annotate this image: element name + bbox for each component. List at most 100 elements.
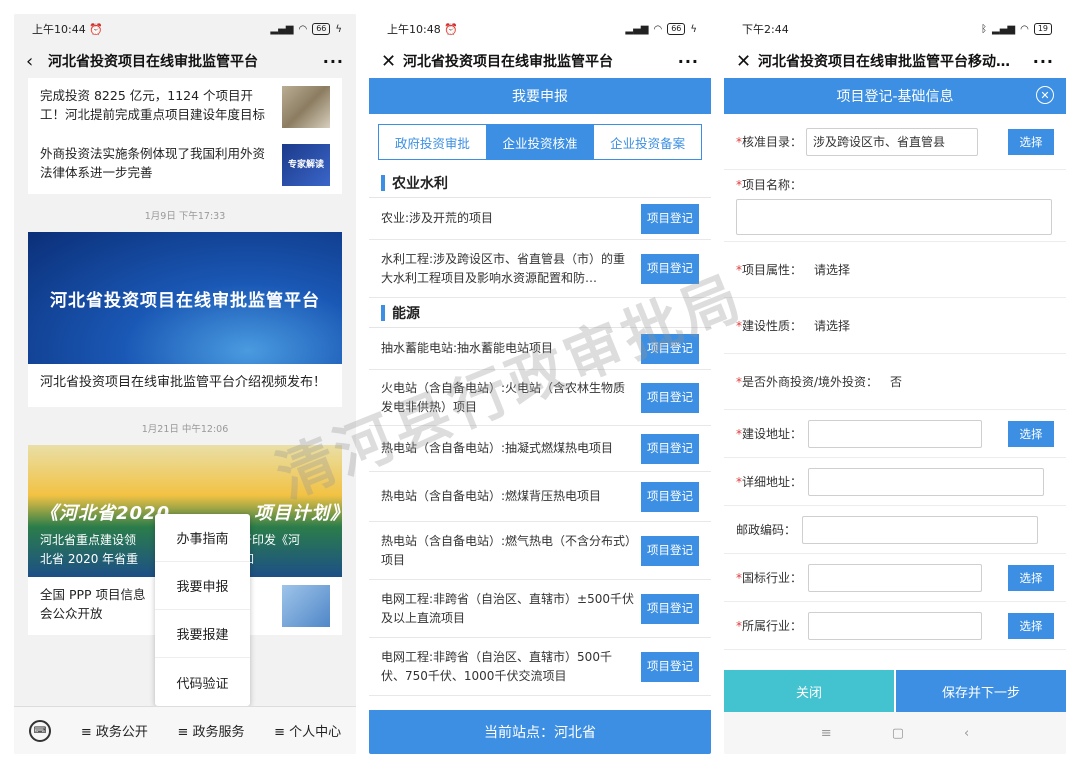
field-label: *详细地址： bbox=[736, 475, 803, 489]
select-button[interactable]: 选择 bbox=[1008, 128, 1054, 155]
popup-item-guide[interactable]: 办事指南 bbox=[155, 514, 250, 562]
tab-enterprise-approval[interactable]: 企业投资核准 bbox=[486, 125, 595, 159]
more-icon[interactable]: ··· bbox=[323, 52, 344, 71]
register-button[interactable]: 项目登记 bbox=[641, 253, 699, 284]
select-button[interactable]: 选择 bbox=[1008, 612, 1054, 639]
field-label: *建设性质： bbox=[736, 319, 803, 333]
register-button[interactable]: 项目登记 bbox=[641, 203, 699, 234]
form-header: 项目登记-基础信息 ✕ bbox=[724, 78, 1066, 114]
news-item[interactable]: 完成投资 8225 亿元，1124 个项目开工！河北提前完成重点项目建设年度目标 bbox=[28, 78, 342, 136]
register-button[interactable]: 项目登记 bbox=[641, 433, 699, 464]
foreign-investment-value[interactable]: 否 bbox=[878, 373, 902, 390]
system-nav: ≡ ▢ ‹ bbox=[724, 712, 1066, 754]
news-thumbnail: 专家解读 bbox=[282, 144, 330, 186]
signal-icon: ▂▄▆ bbox=[992, 23, 1016, 35]
banner-title-end: 项目计划》 bbox=[254, 503, 342, 524]
list-item: 热电站（含自备电站）:燃煤背压热电项目 项目登记 bbox=[369, 472, 711, 522]
date-stamp: 1月21日 中午12:06 bbox=[141, 424, 229, 435]
wifi-icon: ◠ bbox=[1020, 23, 1029, 35]
tab-bar: 政府投资审批 企业投资核准 企业投资备案 bbox=[378, 124, 702, 160]
news-text-start: 全国 PPP 项目信息 bbox=[40, 587, 146, 602]
back-icon[interactable]: ‹ bbox=[26, 51, 48, 72]
menu-icon[interactable]: ≡ bbox=[821, 726, 832, 741]
nav-item-personal[interactable]: ≡ 个人中心 bbox=[259, 721, 356, 740]
select-button[interactable]: 选择 bbox=[1008, 420, 1054, 447]
register-button[interactable]: 项目登记 bbox=[641, 333, 699, 364]
register-button[interactable]: 项目登记 bbox=[641, 593, 699, 624]
popup-item-apply[interactable]: 我要申报 bbox=[155, 562, 250, 610]
item-text: 火电站（含自备电站）:火电站（含农林生物质发电非供热）项目 bbox=[381, 380, 626, 414]
tab-enterprise-filing[interactable]: 企业投资备案 bbox=[594, 125, 701, 159]
field-label: *项目属性： bbox=[736, 263, 803, 277]
keyboard-toggle[interactable]: ⌨ bbox=[14, 719, 66, 742]
popup-menu: 办事指南 我要申报 我要报建 代码验证 bbox=[155, 514, 250, 706]
close-circle-icon[interactable]: ✕ bbox=[1036, 86, 1054, 104]
list-item: 热电站（含自备电站）:抽凝式燃煤热电项目 项目登记 bbox=[369, 426, 711, 472]
popup-item-report[interactable]: 我要报建 bbox=[155, 610, 250, 658]
status-bar: 上午10:48 ⏰ ▂▄▆ ◠ 66 ϟ bbox=[369, 14, 711, 44]
industry-input[interactable] bbox=[808, 563, 983, 592]
page-title: 河北省投资项目在线审批监管平台 bbox=[48, 54, 258, 70]
current-site-bar[interactable]: 当前站点：河北省 bbox=[369, 710, 711, 754]
zip-input[interactable] bbox=[802, 515, 1039, 544]
list-item: 农业:涉及开荒的项目 项目登记 bbox=[369, 198, 711, 240]
back-icon[interactable]: ‹ bbox=[964, 726, 969, 741]
item-text: 抽水蓄能电站:抽水蓄能电站项目 bbox=[381, 341, 554, 355]
popup-item-verify[interactable]: 代码验证 bbox=[155, 658, 250, 706]
item-text: 电网工程:非跨省（自治区、直辖市）500千伏、750千伏、1000千伏交流项目 bbox=[381, 649, 612, 683]
field-belong-industry: *所属行业： 选择 bbox=[724, 602, 1066, 650]
belong-industry-input[interactable] bbox=[808, 611, 983, 640]
field-label: 邮政编码： bbox=[736, 523, 797, 537]
nav-item-services[interactable]: ≡ 政务服务 bbox=[163, 721, 260, 740]
title-bar: ✕ 河北省投资项目在线审批监管平台 ··· bbox=[369, 44, 711, 78]
page-title: 河北省投资项目在线审批监管平台 bbox=[403, 54, 613, 70]
register-button[interactable]: 项目登记 bbox=[641, 535, 699, 566]
list-item: 水利工程:涉及跨设区市、省直管县（市）的重大水利工程项目及影响水资源配置和防… … bbox=[369, 240, 711, 298]
more-icon[interactable]: ··· bbox=[678, 52, 699, 71]
banner-sub-start: 河北省重点建设领 bbox=[40, 533, 137, 547]
page-title: 河北省投资项目在线审批监管平台移动… bbox=[758, 54, 1010, 70]
detail-address-input[interactable] bbox=[808, 467, 1045, 496]
news-text: 外商投资法实施条例体现了我国利用外资法律体系进一步完善 bbox=[40, 146, 266, 180]
field-detail-address: *详细地址： bbox=[724, 458, 1066, 506]
nav-item-open-affairs[interactable]: ≡ 政务公开 bbox=[66, 721, 163, 740]
close-icon[interactable]: ✕ bbox=[736, 51, 758, 72]
register-button[interactable]: 项目登记 bbox=[641, 382, 699, 413]
field-label: *核准目录： bbox=[736, 135, 803, 149]
list-item: 热电站（含自备电站）:燃气热电（不含分布式）项目 项目登记 bbox=[369, 522, 711, 580]
field-catalog: *核准目录： 涉及跨设区市、省直管县 选择 bbox=[724, 114, 1066, 170]
article-card[interactable]: 河北省投资项目在线审批监管平台 河北省投资项目在线审批监管平台介绍视频发布！ bbox=[28, 232, 342, 407]
status-time: 上午10:44 ⏰ bbox=[32, 23, 103, 36]
news-text-line2: 会公众开放 bbox=[40, 606, 103, 621]
news-item[interactable]: 外商投资法实施条例体现了我国利用外资法律体系进一步完善 专家解读 bbox=[28, 136, 342, 194]
wifi-icon: ◠ bbox=[298, 23, 308, 35]
close-button[interactable]: 关闭 bbox=[724, 670, 894, 712]
tab-gov-approval[interactable]: 政府投资审批 bbox=[379, 125, 487, 159]
status-time: 上午10:48 ⏰ bbox=[387, 23, 458, 36]
attribute-select[interactable]: 请选择 bbox=[802, 261, 850, 278]
section-header: 我要申报 bbox=[369, 78, 711, 114]
title-bar: ‹ 河北省投资项目在线审批监管平台 ··· bbox=[14, 44, 356, 78]
select-button[interactable]: 选择 bbox=[1008, 564, 1054, 591]
battery-icon: 19 bbox=[1033, 23, 1052, 35]
more-icon[interactable]: ··· bbox=[1033, 52, 1054, 71]
article-caption: 河北省投资项目在线审批监管平台介绍视频发布！ bbox=[40, 375, 327, 390]
register-button[interactable]: 项目登记 bbox=[641, 481, 699, 512]
field-project-name: *项目名称： bbox=[724, 170, 1066, 242]
item-text: 水利工程:涉及跨设区市、省直管县（市）的重大水利工程项目及影响水资源配置和防… bbox=[381, 251, 626, 285]
address-input[interactable] bbox=[808, 419, 983, 448]
home-icon[interactable]: ▢ bbox=[892, 726, 904, 741]
project-name-input[interactable] bbox=[736, 199, 1052, 235]
banner-sub2-start: 北省 2020 年省重 bbox=[40, 552, 139, 566]
keyboard-icon: ⌨ bbox=[29, 719, 51, 742]
phone-register-form: 下午2:44 ᛒ ▂▄▆ ◠ 19 ✕ 河北省投资项目在线审批监管平台移动… ··· … bbox=[724, 14, 1066, 754]
bottom-nav: ⌨ ≡ 政务公开 ≡ 政务服务 ≡ 个人中心 bbox=[14, 706, 356, 754]
save-next-button[interactable]: 保存并下一步 bbox=[896, 670, 1066, 712]
field-label: *项目名称： bbox=[736, 178, 803, 192]
close-icon[interactable]: ✕ bbox=[381, 51, 403, 72]
date-stamp: 1月9日 下午17:33 bbox=[144, 211, 226, 222]
catalog-input[interactable]: 涉及跨设区市、省直管县 bbox=[806, 127, 979, 156]
category-header: 能源 bbox=[369, 298, 711, 328]
register-button[interactable]: 项目登记 bbox=[641, 651, 699, 682]
nature-select[interactable]: 请选择 bbox=[802, 317, 850, 334]
